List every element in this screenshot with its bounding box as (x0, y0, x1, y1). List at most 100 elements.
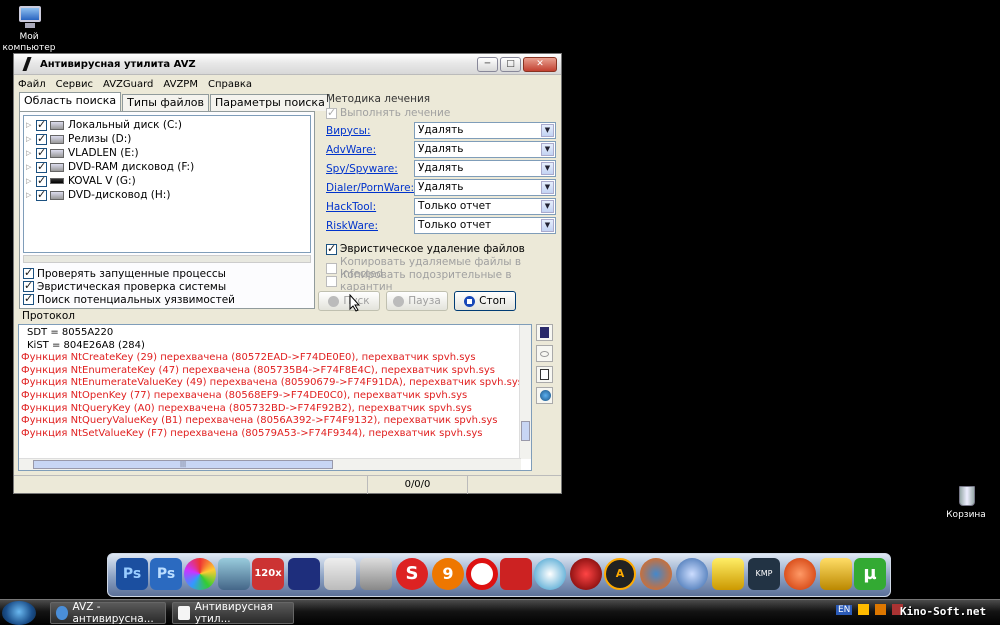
treat-select[interactable]: Удалять ▼ (414, 122, 556, 139)
treat-select[interactable]: Только отчет ▼ (414, 217, 556, 234)
expand-arrow-icon[interactable]: ▷ (26, 191, 36, 199)
treat-label[interactable]: AdvWare: (326, 144, 414, 156)
log-horizontal-scrollbar[interactable]: ||| (19, 458, 521, 470)
recycle-bin-desktop-icon[interactable]: Корзина (931, 482, 1000, 521)
stop-button[interactable]: Стоп (454, 291, 516, 311)
log-vertical-scrollbar[interactable] (519, 325, 531, 459)
drive-checkbox[interactable] (36, 188, 47, 201)
photoshop-cs-icon[interactable]: Ps (150, 558, 182, 590)
nine-icon[interactable]: 9 (432, 558, 464, 590)
acdsee-icon[interactable]: 120x (252, 558, 284, 590)
drive-checkbox[interactable] (36, 118, 47, 131)
taskbar-item-browser[interactable]: AVZ - антивирусна... (50, 601, 166, 625)
globe-icon[interactable] (534, 558, 566, 590)
scanner-icon[interactable] (360, 558, 392, 590)
treat-label[interactable]: RiskWare: (326, 220, 414, 232)
tree-item-drive-d[interactable]: ▷ Релизы (D:) (26, 132, 310, 146)
treat-select[interactable]: Удалять ▼ (414, 141, 556, 158)
dropdown-arrow-icon[interactable]: ▼ (541, 181, 554, 194)
download-icon[interactable] (324, 558, 356, 590)
treat-label[interactable]: Dialer/PornWare: (326, 182, 414, 194)
heuristic-delete-option[interactable]: Эвристическое удаление файлов (326, 242, 525, 255)
scroll-thumb[interactable] (521, 421, 530, 441)
expand-arrow-icon[interactable]: ▷ (26, 177, 36, 185)
firefox-icon[interactable] (640, 558, 672, 590)
close-button[interactable]: ✕ (523, 56, 557, 72)
tree-item-drive-c[interactable]: ▷ Локальный диск (C:) (26, 118, 310, 132)
checkbox[interactable] (326, 242, 337, 255)
checkbox[interactable] (326, 106, 337, 119)
my-computer-desktop-icon[interactable]: Мой компьютер (0, 4, 64, 54)
tree-item-drive-e[interactable]: ▷ VLADLEN (E:) (26, 146, 310, 160)
checkbox[interactable] (23, 279, 34, 292)
expand-arrow-icon[interactable]: ▷ (26, 163, 36, 171)
save-log-button[interactable] (536, 324, 553, 341)
globe-button[interactable] (536, 387, 553, 404)
language-indicator[interactable]: EN (836, 604, 853, 615)
keys-icon[interactable] (820, 558, 852, 590)
spiral-icon[interactable] (570, 558, 602, 590)
checkbox[interactable] (23, 266, 34, 279)
treat-label[interactable]: HackTool: (326, 201, 414, 213)
photoshop-icon[interactable]: Ps (116, 558, 148, 590)
pause-button[interactable]: Пауза (386, 291, 448, 311)
menu-avzpm[interactable]: AVZPM (163, 79, 198, 90)
treat-select[interactable]: Только отчет ▼ (414, 198, 556, 215)
tab-search-params[interactable]: Параметры поиска (209, 94, 330, 111)
maximize-button[interactable]: □ (500, 56, 521, 72)
drive-checkbox[interactable] (36, 132, 47, 145)
minimize-button[interactable]: ─ (477, 56, 498, 72)
dropdown-arrow-icon[interactable]: ▼ (541, 219, 554, 232)
menu-avzguard[interactable]: AVZGuard (103, 79, 153, 90)
a-icon[interactable]: A (604, 558, 636, 590)
check-vulnerabilities[interactable]: Поиск потенциальных уязвимостей (23, 292, 235, 306)
treat-select[interactable]: Удалять ▼ (414, 179, 556, 196)
protocol-log[interactable]: SDT = 8055A220 KiST = 804E26A8 (284) Фун… (18, 324, 532, 471)
start-button[interactable] (2, 601, 36, 625)
a-tray-icon[interactable] (875, 604, 887, 615)
window-titlebar[interactable]: Антивирусная утилита AVZ ─ □ ✕ (14, 54, 561, 75)
tree-item-drive-h[interactable]: ▷ DVD-дисковод (H:) (26, 188, 310, 202)
dropdown-arrow-icon[interactable]: ▼ (541, 143, 554, 156)
glasses-button[interactable] (536, 345, 553, 362)
tab-file-types[interactable]: Типы файлов (122, 94, 209, 111)
perform-treatment-option[interactable]: Выполнять лечение (326, 106, 450, 119)
drive-checkbox[interactable] (36, 146, 47, 159)
treat-label[interactable]: Spy/Spyware: (326, 163, 414, 175)
expand-arrow-icon[interactable]: ▷ (26, 121, 36, 129)
drive-checkbox[interactable] (36, 174, 47, 187)
winamp-icon[interactable] (500, 558, 532, 590)
tree-item-drive-f[interactable]: ▷ DVD-RAM дисковод (F:) (26, 160, 310, 174)
tab-search-area[interactable]: Область поиска (19, 92, 122, 111)
save-disk-icon[interactable] (288, 558, 320, 590)
checkbox[interactable] (23, 292, 34, 305)
checkbox[interactable] (326, 275, 337, 287)
picasa-icon[interactable] (184, 558, 216, 590)
camera-icon[interactable] (218, 558, 250, 590)
treat-label[interactable]: Вирусы: (326, 125, 414, 137)
media-icon[interactable] (676, 558, 708, 590)
tree-item-drive-g[interactable]: ▷ KOVAL V (G:) (26, 174, 310, 188)
clear-log-button[interactable] (536, 366, 553, 383)
dropdown-arrow-icon[interactable]: ▼ (541, 200, 554, 213)
expand-arrow-icon[interactable]: ▷ (26, 135, 36, 143)
scroll-thumb[interactable]: ||| (33, 460, 333, 469)
tree-horizontal-scrollbar[interactable] (23, 255, 311, 263)
dropdown-arrow-icon[interactable]: ▼ (541, 124, 554, 137)
check-running-processes[interactable]: Проверять запущенные процессы (23, 266, 235, 280)
treat-select[interactable]: Удалять ▼ (414, 160, 556, 177)
menu-file[interactable]: Файл (18, 79, 46, 90)
ccleaner-icon[interactable] (784, 558, 816, 590)
check-heuristic-scan[interactable]: Эвристическая проверка системы (23, 279, 235, 293)
kmp-icon[interactable]: KMP (748, 558, 780, 590)
menu-help[interactable]: Справка (208, 79, 252, 90)
dropdown-arrow-icon[interactable]: ▼ (541, 162, 554, 175)
s-icon[interactable]: S (396, 558, 428, 590)
utorrent-icon[interactable]: µ (854, 558, 886, 590)
drive-checkbox[interactable] (36, 160, 47, 173)
copy-suspicious-option[interactable]: Копировать подозрительные в карантин (326, 269, 561, 293)
expand-arrow-icon[interactable]: ▷ (26, 149, 36, 157)
menu-service[interactable]: Сервис (56, 79, 93, 90)
taskbar-item-avz[interactable]: Антивирусная утил... (172, 601, 294, 625)
opera-icon[interactable] (466, 558, 498, 590)
